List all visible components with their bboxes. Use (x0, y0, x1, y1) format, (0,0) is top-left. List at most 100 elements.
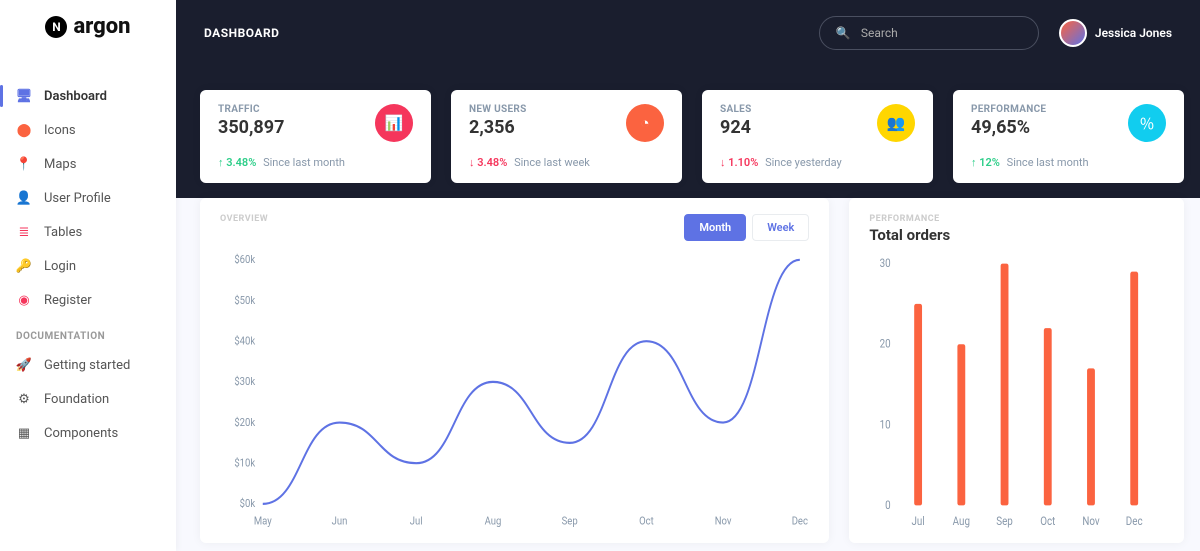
brand-name: argon (73, 14, 130, 39)
line-chart: $0k $10k $20k $30k $40k $50k $60k May Jun Jul Aug S… (220, 249, 809, 531)
nav-getting-started[interactable]: 🚀 Getting started (0, 348, 176, 382)
tab-month[interactable]: Month (684, 214, 746, 241)
maps-icon: 📍 (16, 156, 32, 172)
sales-chart-card: OVERVIEW Month Week $0k$10k$20k$30k$40k$… (200, 198, 829, 543)
svg-text:$30k: $30k (234, 374, 256, 388)
stat-performance: PERFORMANCE 49,65% ％ ↑ 12% Since last mo… (953, 90, 1184, 183)
stat-footer: ↑ 3.48% Since last month (218, 156, 413, 169)
users-icon: 👥 (877, 104, 915, 142)
nav-foundation[interactable]: ⚙ Foundation (0, 382, 176, 416)
svg-text:Oct: Oct (1041, 514, 1057, 528)
brand[interactable]: N argon (0, 14, 176, 39)
stat-label: TRAFFIC (218, 104, 284, 115)
stat-label: SALES (720, 104, 752, 115)
nav-dashboard[interactable]: 🖥 Dashboard (0, 79, 176, 113)
svg-text:$40k: $40k (234, 334, 256, 348)
stat-value: 49,65% (971, 117, 1046, 138)
since-text: Since last month (1007, 156, 1089, 169)
search-box[interactable]: 🔍 (819, 16, 1039, 50)
user-name: Jessica Jones (1095, 26, 1172, 40)
period-toggle: Month Week (684, 214, 809, 241)
nav-label: Components (44, 426, 118, 441)
login-icon: 🔑 (16, 258, 32, 274)
nav-components[interactable]: ▦ Components (0, 416, 176, 450)
since-text: Since last week (514, 156, 590, 169)
svg-text:Aug: Aug (485, 516, 502, 528)
page-title: DASHBOARD (204, 26, 279, 40)
nav-label: Login (44, 259, 76, 274)
change-down: ↓ 1.10% (720, 156, 758, 169)
stat-new-users: NEW USERS 2,356 ◔ ↓ 3.48% Since last wee… (451, 90, 682, 183)
avatar (1059, 19, 1087, 47)
nav-register[interactable]: ◉ Register (0, 283, 176, 317)
svg-text:Jun: Jun (332, 516, 348, 528)
chart-bar-icon: 📊 (375, 104, 413, 142)
stat-footer: ↓ 3.48% Since last week (469, 156, 664, 169)
svg-text:Dec: Dec (792, 516, 808, 528)
stat-value: 2,356 (469, 117, 527, 138)
nav-maps[interactable]: 📍 Maps (0, 147, 176, 181)
nav-label: Getting started (44, 358, 130, 373)
nav-label: Dashboard (44, 89, 107, 104)
nav-label: User Profile (44, 191, 111, 206)
svg-text:$0k: $0k (240, 497, 256, 511)
gear-icon: ⚙ (16, 391, 32, 407)
chart-row: OVERVIEW Month Week $0k$10k$20k$30k$40k$… (200, 198, 1184, 543)
grid-icon: ▦ (16, 425, 32, 441)
svg-text:30: 30 (880, 256, 891, 270)
nav-label: Tables (44, 225, 82, 240)
svg-text:20: 20 (880, 337, 891, 351)
user-menu[interactable]: Jessica Jones (1059, 19, 1172, 47)
orders-title: Total orders (869, 226, 950, 244)
nav-label: Maps (44, 157, 76, 172)
icons-icon: ⬤ (16, 122, 32, 138)
nav-icons[interactable]: ⬤ Icons (0, 113, 176, 147)
svg-text:Jul: Jul (410, 516, 423, 528)
svg-text:$10k: $10k (234, 456, 256, 470)
stat-footer: ↓ 1.10% Since yesterday (720, 156, 915, 169)
nav-label: Register (44, 293, 92, 308)
nav-label: Icons (44, 123, 76, 138)
since-text: Since last month (263, 156, 345, 169)
nav-login[interactable]: 🔑 Login (0, 249, 176, 283)
tab-week[interactable]: Week (752, 214, 809, 241)
topbar-right: 🔍 Jessica Jones (819, 16, 1172, 50)
topbar: DASHBOARD 🔍 Jessica Jones (176, 0, 1200, 66)
stat-label: NEW USERS (469, 104, 527, 115)
svg-text:May: May (254, 516, 272, 528)
user-icon: 👤 (16, 190, 32, 206)
nav-profile[interactable]: 👤 User Profile (0, 181, 176, 215)
pie-chart-icon: ◔ (626, 104, 664, 142)
tables-icon: ≣ (16, 224, 32, 240)
svg-text:Sep: Sep (997, 514, 1014, 528)
stat-label: PERFORMANCE (971, 104, 1046, 115)
orders-chart-card: PERFORMANCE Total orders 0 10 20 30 Jul Aug Se… (849, 198, 1184, 543)
search-icon: 🔍 (836, 26, 851, 40)
brand-logo: N (45, 16, 67, 38)
register-icon: ◉ (16, 292, 32, 308)
sidebar: N argon 🖥 Dashboard ⬤ Icons 📍 Maps 👤 Use… (0, 0, 176, 551)
stat-value: 350,897 (218, 117, 284, 138)
svg-text:Dec: Dec (1126, 514, 1143, 528)
svg-text:$50k: $50k (234, 293, 256, 307)
svg-text:0: 0 (885, 498, 891, 512)
stat-footer: ↑ 12% Since last month (971, 156, 1166, 169)
change-up: ↑ 12% (971, 156, 1000, 169)
svg-text:10: 10 (880, 418, 891, 432)
rocket-icon: 🚀 (16, 357, 32, 373)
performance-label: PERFORMANCE (869, 214, 950, 224)
svg-text:$60k: $60k (234, 252, 256, 266)
svg-text:$20k: $20k (234, 415, 256, 429)
dashboard-icon: 🖥 (16, 88, 32, 104)
since-text: Since yesterday (765, 156, 842, 169)
change-up: ↑ 3.48% (218, 156, 256, 169)
svg-text:Nov: Nov (715, 516, 732, 528)
search-input[interactable] (859, 25, 1022, 41)
change-down: ↓ 3.48% (469, 156, 507, 169)
overview-label: OVERVIEW (220, 214, 268, 224)
svg-text:Jul: Jul (912, 514, 925, 528)
svg-text:Sep: Sep (562, 516, 578, 528)
nav-label: Foundation (44, 392, 109, 407)
nav-tables[interactable]: ≣ Tables (0, 215, 176, 249)
svg-text:Aug: Aug (953, 514, 970, 528)
